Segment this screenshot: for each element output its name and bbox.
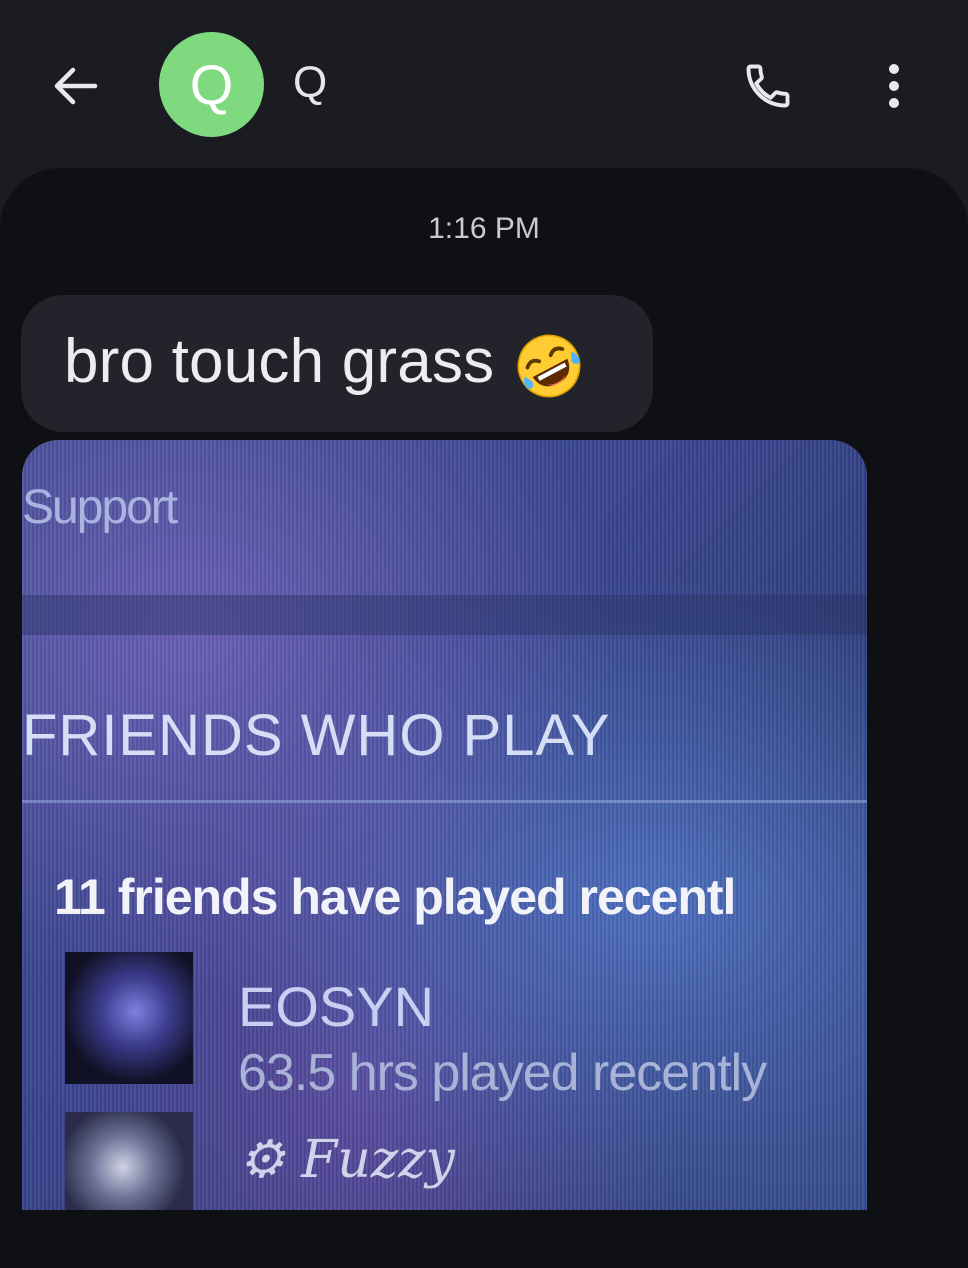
back-arrow-icon <box>54 67 98 105</box>
rolling-on-floor-laughing-emoji-icon <box>517 334 581 398</box>
friend-name: ⚙ Fuzzy <box>238 1130 455 1190</box>
photo-friends-count: 11 friends have played recentl <box>54 869 736 925</box>
avatar-initial: Q <box>189 53 234 116</box>
call-button[interactable] <box>738 56 798 116</box>
message-text: bro touch grass <box>64 326 584 401</box>
message-timestamp: 1:16 PM <box>428 212 540 245</box>
image-attachment[interactable]: Support FRIENDS WHO PLAY 11 friends have… <box>22 440 867 1210</box>
top-app-bar: Q Q <box>0 0 968 170</box>
contact-avatar[interactable]: Q <box>159 32 264 137</box>
photo-divider-line <box>22 800 867 803</box>
friend-name: EOSYN <box>238 975 435 1038</box>
more-options-button[interactable] <box>870 56 918 116</box>
back-button[interactable] <box>44 58 106 114</box>
phone-icon <box>746 64 790 108</box>
friend-avatar <box>65 952 193 1084</box>
message-text-content: bro touch grass <box>64 327 495 397</box>
friend-avatar <box>65 1112 193 1210</box>
incoming-message-bubble[interactable]: bro touch grass <box>21 295 653 432</box>
friend-played-time: 63.5 hrs played recently <box>238 1044 767 1102</box>
contact-name[interactable]: Q <box>293 58 327 108</box>
photo-divider <box>22 595 867 635</box>
photo-support-text: Support <box>22 481 178 534</box>
more-vert-icon <box>889 64 899 108</box>
photo-heading: FRIENDS WHO PLAY <box>22 703 611 768</box>
